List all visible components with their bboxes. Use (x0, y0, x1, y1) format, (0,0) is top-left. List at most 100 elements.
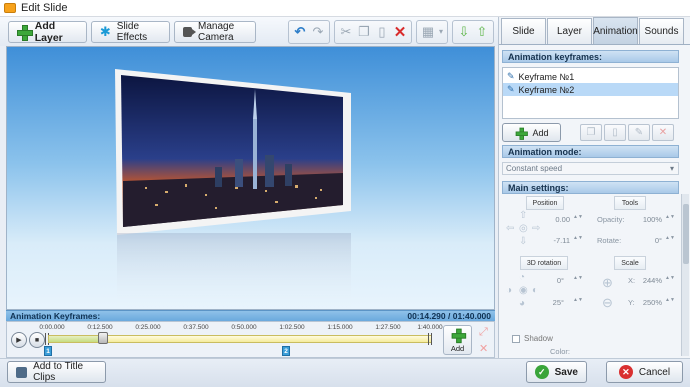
spinner-icon[interactable]: ▲▼ (665, 275, 674, 283)
tab-sounds[interactable]: Sounds (639, 18, 684, 44)
delete-keyframe-icon[interactable]: ✕ (652, 124, 674, 141)
keyframe-marker-1[interactable]: 1 (44, 346, 52, 356)
save-label: Save (554, 366, 578, 378)
manage-camera-button[interactable]: Manage Camera (173, 20, 257, 43)
spinner-icon[interactable]: ▲▼ (573, 275, 583, 283)
shadow-color-label: Color: (550, 347, 571, 356)
center-icon[interactable]: ◎ (519, 223, 528, 234)
chevron-down-icon[interactable]: ▾ (437, 23, 445, 41)
cancel-icon: ✕ (618, 365, 633, 379)
rotation-a-value[interactable]: 0° (548, 276, 564, 285)
animation-mode-select[interactable]: Constant speed ▾ (502, 162, 679, 175)
photo-reflection (115, 213, 351, 309)
arrow-left-icon[interactable]: ⇦ (506, 223, 514, 234)
rotation-3d-group: 3D rotation (520, 256, 568, 270)
add-keyframe-timeline-button[interactable]: Add (443, 325, 472, 355)
tools-group: Tools (614, 196, 646, 210)
animation-keyframes-bar: Animation Keyframes: 00:14.290 / 01:40.0… (6, 310, 495, 321)
add-keyframe-button[interactable]: Add (502, 123, 561, 142)
paste-keyframe-icon[interactable]: ▯ (604, 124, 626, 141)
list-item[interactable]: ✎ Keyframe №1 (503, 70, 678, 83)
paste-icon[interactable]: ▯ (373, 23, 391, 41)
toolbar: Add Layer ✱ Slide Effects Manage Camera … (0, 17, 498, 46)
timeline: ▶ ■ 0:00.000 0:12.500 0:25.000 0:37.500 … (6, 321, 495, 358)
rotate-left-icon[interactable]: ◑ (506, 285, 512, 296)
animation-mode-header: Animation mode: (502, 145, 679, 158)
tab-animation[interactable]: Animation (593, 17, 638, 44)
settings-scrollbar[interactable] (681, 194, 689, 356)
tick-label: 1:40.000 (417, 324, 443, 331)
delete-icon[interactable]: ✕ (391, 23, 409, 41)
move-down-icon[interactable]: ⇩ (455, 23, 473, 41)
move-up-icon[interactable]: ⇧ (473, 23, 491, 41)
main-settings-header: Main settings: (502, 181, 679, 194)
arrow-down-icon[interactable]: ⇩ (519, 236, 527, 247)
city-photo-layer[interactable] (115, 69, 351, 235)
tick-label: 1:15.000 (327, 324, 353, 331)
undo-icon[interactable]: ↶ (291, 23, 309, 41)
rotate-center-icon[interactable]: ◉ (519, 285, 528, 296)
add-to-title-clips-button[interactable]: Add to Title Clips (7, 361, 106, 383)
spinner-icon[interactable]: ▲▼ (573, 235, 583, 243)
redo-icon[interactable]: ↷ (309, 23, 327, 41)
rotate-up-icon[interactable]: ◔ (519, 272, 525, 283)
zoom-in-icon[interactable]: ⊕ (602, 275, 613, 291)
save-button[interactable]: ✓ Save (526, 361, 587, 383)
scrollbar-thumb[interactable] (683, 204, 689, 264)
spinner-icon[interactable]: ▲▼ (665, 297, 674, 305)
playhead-thumb[interactable] (98, 332, 108, 344)
panel-tabs: Slide Layer Animation Sounds (499, 17, 690, 45)
rotation-b-value[interactable]: 25° (548, 298, 564, 307)
slide-effects-button[interactable]: ✱ Slide Effects (90, 20, 170, 43)
align-icon[interactable]: ▦ (419, 23, 437, 41)
timeline-end-grip[interactable] (428, 333, 432, 345)
tab-slide[interactable]: Slide (501, 18, 546, 44)
copy-keyframe-icon[interactable]: ❐ (580, 124, 602, 141)
keyframe-marker-2[interactable]: 2 (282, 346, 290, 356)
arrow-right-icon[interactable]: ⇨ (532, 223, 540, 234)
cut-icon[interactable]: ✂ (337, 23, 355, 41)
shadow-label: Shadow (524, 334, 553, 343)
position-y-value[interactable]: -7.11 (548, 236, 570, 245)
checkmark-icon: ✓ (535, 365, 549, 379)
remove-keyframe-icon[interactable]: ✕ (479, 342, 488, 355)
slide-preview[interactable] (6, 46, 495, 310)
undo-redo-group: ↶ ↷ (287, 19, 330, 44)
copy-icon[interactable]: ❐ (355, 23, 373, 41)
scale-y-value[interactable]: 250% (636, 298, 662, 307)
cancel-button[interactable]: ✕ Cancel (606, 361, 683, 383)
rotate-value[interactable]: 0° (636, 236, 662, 245)
shadow-toggle[interactable]: Shadow (512, 334, 553, 343)
tab-layer[interactable]: Layer (547, 18, 592, 44)
scale-group: Scale (614, 256, 646, 270)
position-x-value[interactable]: 0.00 (548, 215, 570, 224)
arrow-up-icon[interactable]: ⇧ (519, 210, 527, 221)
spinner-icon[interactable]: ▲▼ (573, 297, 583, 305)
add-layer-button[interactable]: Add Layer (8, 20, 87, 44)
tick-label: 0:00.000 (39, 324, 65, 331)
main-settings-area: Position Tools ⇧ ⇦ ◎ ⇨ ⇩ 0.00 ▲▼ -7.11 ▲… (502, 194, 674, 356)
play-button[interactable]: ▶ (11, 332, 27, 348)
animation-keyframes-header: Animation keyframes: (502, 50, 679, 63)
edit-keyframe-icon[interactable]: ✎ (628, 124, 650, 141)
slide-effects-label: Slide Effects (116, 20, 148, 43)
edit-group: ✂ ❐ ▯ ✕ (333, 19, 412, 44)
scale-x-value[interactable]: 244% (636, 276, 662, 285)
shadow-checkbox[interactable] (512, 334, 520, 343)
scale-x-label: X: (628, 276, 636, 285)
add-keyframe-button-label: Add (532, 127, 549, 138)
tick-label: 0:37.500 (183, 324, 209, 331)
opacity-value[interactable]: 100% (636, 215, 662, 224)
rotate-right-icon[interactable]: ◐ (532, 285, 538, 296)
spinner-icon[interactable]: ▲▼ (665, 235, 674, 243)
list-item[interactable]: ✎ Keyframe №2 (503, 83, 678, 96)
spinner-icon[interactable]: ▲▼ (665, 214, 674, 222)
stop-button[interactable]: ■ (29, 332, 45, 348)
pin-icon: ✎ (507, 71, 515, 81)
tick-label: 0:25.000 (135, 324, 161, 331)
zoom-out-icon[interactable]: ⊖ (602, 295, 613, 311)
tick-label: 0:12.500 (87, 324, 113, 331)
expand-icon[interactable]: ⤢ (479, 326, 488, 339)
spinner-icon[interactable]: ▲▼ (573, 214, 583, 222)
rotate-down-icon[interactable]: ◕ (519, 298, 525, 309)
